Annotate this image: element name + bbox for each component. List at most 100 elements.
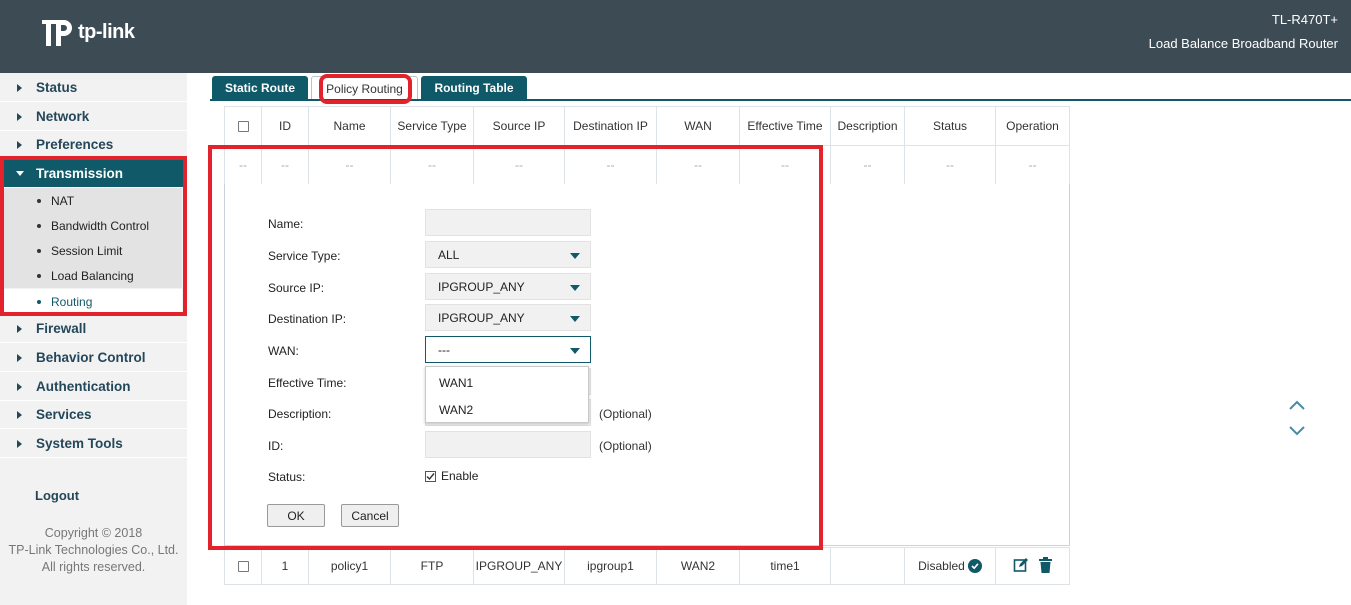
column-header[interactable]: Status [905,106,996,146]
sidebar-subitem-routing[interactable]: Routing [0,289,182,314]
scroll-up-icon[interactable] [1287,399,1307,414]
column-header[interactable]: WAN [657,106,740,146]
status-label: Status: [268,470,306,484]
caret-right-icon [17,439,22,448]
sidebar-item-label: Network [36,109,90,124]
edit-icon[interactable] [1013,557,1029,576]
column-header: Operation [996,106,1070,146]
tab-routing-table[interactable]: Routing Table [421,76,527,100]
service-type-value: ALL [438,247,460,262]
sidebar-item-firewall[interactable]: Firewall [0,315,187,343]
name-input[interactable] [425,209,591,236]
caret-right-icon [17,83,22,92]
sidebar-item-label: System Tools [36,436,123,451]
cell-description [831,548,905,585]
sidebar-item-preferences[interactable]: Preferences [0,131,187,159]
cancel-button[interactable]: Cancel [341,504,399,527]
sidebar-item-authentication[interactable]: Authentication [0,373,187,401]
dropdown-arrow-icon [570,316,580,322]
wan-label: WAN: [268,344,299,358]
status-text: Disabled [918,559,965,573]
wan-option-wan2[interactable]: WAN2 [439,403,473,417]
copyright-line: All rights reserved. [41,560,146,574]
dropdown-arrow-icon [570,253,580,259]
sidebar-subitem-bandwidth-control[interactable]: Bandwidth Control [0,213,182,238]
cell-destination-ip: ipgroup1 [565,548,657,585]
row-checkbox[interactable] [237,560,249,572]
column-header[interactable]: Effective Time [740,106,831,146]
copyright-line: Copyright © 2018 [44,526,143,540]
sidebar-item-behavior-control[interactable]: Behavior Control [0,344,187,372]
caret-right-icon [17,410,22,419]
logout-link[interactable]: Logout [35,488,79,503]
sidebar-subitem-label: Load Balancing [51,268,134,283]
caret-right-icon [17,382,22,391]
status-toggle[interactable]: Disabled [918,559,982,573]
caret-right-icon [17,324,22,333]
table-cell: -- [391,146,474,185]
table-cell: -- [831,146,905,185]
status-enable-label: Enable [441,469,479,483]
source-ip-select[interactable]: IPGROUP_ANY [425,273,591,300]
column-header[interactable]: Destination IP [565,106,657,146]
id-optional-hint: (Optional) [599,439,652,453]
select-all-checkbox[interactable] [237,120,249,132]
bullet-icon [37,248,41,253]
table-row: 1 policy1 FTP IPGROUP_ANY ipgroup1 WAN2 … [224,547,1070,585]
bullet-icon [37,273,41,278]
id-input[interactable] [425,431,591,458]
sidebar-item-network[interactable]: Network [0,103,187,131]
caret-right-icon [17,140,22,149]
table-cell: -- [225,146,262,185]
delete-icon[interactable] [1039,556,1052,576]
sidebar-item-transmission[interactable]: Transmission [0,160,187,188]
sidebar-subitem-label: Session Limit [51,243,123,258]
name-label: Name: [268,217,304,231]
wan-select[interactable]: --- [425,336,591,363]
sidebar-item-label: Firewall [36,321,87,336]
ok-button[interactable]: OK [267,504,325,527]
table-cell: -- [565,146,657,185]
sidebar-item-label: Preferences [36,137,114,152]
caret-right-icon [17,353,22,362]
column-header[interactable]: Name [309,106,391,146]
column-header[interactable]: Description [831,106,905,146]
cell-source-ip: IPGROUP_ANY [474,548,565,585]
product-name: Load Balance Broadband Router [1148,36,1338,51]
table-cell: -- [905,146,996,185]
select-all-cell[interactable] [225,106,262,146]
wan-option-wan1[interactable]: WAN1 [439,376,473,390]
tab-policy-routing[interactable]: Policy Routing [311,76,418,100]
wan-dropdown-list: WAN1 WAN2 [425,366,589,423]
wan-value: --- [438,342,450,357]
sidebar-item-system-tools[interactable]: System Tools [0,430,187,458]
service-type-select[interactable]: ALL [425,241,591,268]
check-circle-icon [967,559,982,573]
column-header[interactable]: ID [262,106,309,146]
sidebar-item-status[interactable]: Status [0,74,187,102]
destination-ip-value: IPGROUP_ANY [438,310,525,325]
row-select-cell[interactable] [225,548,262,585]
scroll-down-icon[interactable] [1287,425,1307,440]
effective-time-label: Effective Time: [268,376,347,390]
column-header[interactable]: Service Type [391,106,474,146]
cell-operation [996,548,1070,585]
status-enable-checkbox[interactable] [425,471,436,482]
id-label: ID: [268,439,284,453]
tab-label: Policy Routing [326,81,403,96]
tab-underline [210,99,1351,101]
table-cell: -- [657,146,740,185]
sidebar-subitem-session-limit[interactable]: Session Limit [0,238,182,263]
column-header[interactable]: Source IP [474,106,565,146]
new-entry-row: -- -- -- -- -- -- -- -- -- -- -- [224,146,1070,185]
sidebar-subitem-nat[interactable]: NAT [0,188,182,213]
tab-static-route[interactable]: Static Route [212,76,308,100]
cell-name: policy1 [309,548,391,585]
sidebar-item-label: Authentication [36,379,131,394]
table-header: ID Name Service Type Source IP Destinati… [224,106,1070,146]
sidebar-subitem-load-balancing[interactable]: Load Balancing [0,263,182,288]
destination-ip-select[interactable]: IPGROUP_ANY [425,304,591,331]
device-model: TL-R470T+ [1271,12,1338,27]
sidebar-item-services[interactable]: Services [0,401,187,429]
table-cell: -- [474,146,565,185]
